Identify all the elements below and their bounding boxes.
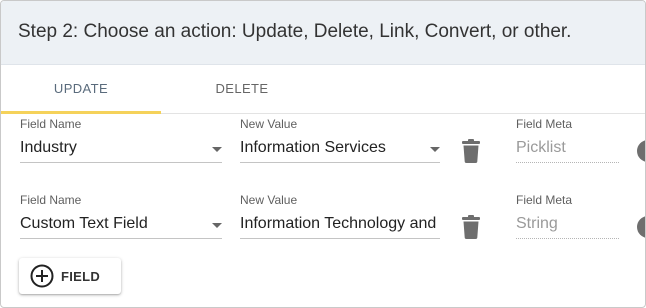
- more-options-icon[interactable]: [637, 140, 645, 162]
- chevron-down-icon: [430, 147, 440, 152]
- field-name-select[interactable]: Custom Text Field: [20, 213, 222, 239]
- new-value-select[interactable]: Information Services: [240, 137, 440, 163]
- tab-update[interactable]: UPDATE: [1, 65, 161, 114]
- new-value-label: New Value: [240, 193, 298, 207]
- field-name-value: Custom Text Field: [20, 215, 148, 232]
- new-value-value: Information Technology and: [240, 215, 437, 232]
- field-name-value: Industry: [20, 139, 77, 156]
- step-header: Step 2: Choose an action: Update, Delete…: [1, 1, 645, 65]
- field-name-select[interactable]: Industry: [20, 137, 222, 163]
- add-field-label: FIELD: [61, 269, 101, 284]
- trash-icon[interactable]: [461, 139, 481, 163]
- chevron-down-icon: [212, 223, 222, 228]
- field-meta-field: String: [516, 213, 619, 239]
- field-meta-label: Field Meta: [516, 193, 573, 207]
- more-options-icon[interactable]: [637, 216, 645, 238]
- field-meta-value: String: [516, 215, 558, 232]
- chevron-down-icon: [212, 147, 222, 152]
- step-title: Step 2: Choose an action: Update, Delete…: [18, 21, 572, 42]
- field-meta-field: Picklist: [516, 137, 619, 163]
- field-name-label: Field Name: [20, 193, 82, 207]
- trash-icon[interactable]: [461, 215, 481, 239]
- add-circle-icon: [30, 264, 54, 288]
- tab-delete[interactable]: DELETE: [162, 65, 322, 113]
- action-tabs: UPDATE DELETE: [1, 65, 645, 114]
- new-value-input[interactable]: Information Technology and: [240, 213, 440, 239]
- new-value-label: New Value: [240, 117, 298, 131]
- field-meta-value: Picklist: [516, 139, 566, 156]
- field-name-label: Field Name: [20, 117, 82, 131]
- new-value-value: Information Services: [240, 139, 386, 156]
- field-meta-label: Field Meta: [516, 117, 573, 131]
- add-field-button[interactable]: FIELD: [19, 258, 121, 294]
- action-panel: Step 2: Choose an action: Update, Delete…: [0, 0, 646, 308]
